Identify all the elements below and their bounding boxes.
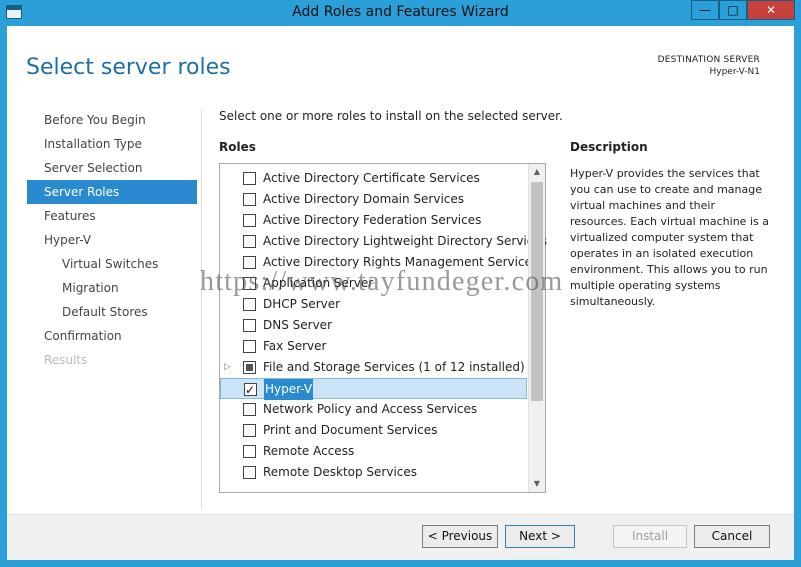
role-checkbox[interactable] — [243, 298, 256, 311]
scroll-up-arrow-icon[interactable]: ▲ — [529, 164, 545, 180]
role-label: Network Policy and Access Services — [263, 402, 478, 416]
install-button[interactable]: Install — [613, 525, 687, 548]
role-label: Fax Server — [263, 339, 327, 353]
role-label: Print and Document Services — [263, 423, 438, 437]
instructions-text: Select one or more roles to install on t… — [219, 109, 563, 123]
nav-item-hyper-v[interactable]: Hyper-V — [27, 228, 197, 252]
role-checkbox[interactable] — [244, 380, 257, 401]
role-item[interactable]: Print and Document Services — [220, 420, 527, 441]
role-label: Active Directory Lightweight Directory S… — [263, 234, 547, 248]
role-label: Active Directory Federation Services — [263, 213, 482, 227]
role-item[interactable]: Active Directory Lightweight Directory S… — [220, 231, 547, 252]
previous-button[interactable]: < Previous — [422, 525, 498, 548]
maximize-button[interactable]: □ — [719, 0, 747, 20]
role-label: Remote Access — [263, 444, 355, 458]
role-label: DNS Server — [263, 318, 332, 332]
role-label: Remote Desktop Services — [263, 465, 418, 479]
next-button[interactable]: Next > — [505, 525, 575, 548]
description-heading: Description — [570, 140, 648, 154]
role-checkbox[interactable] — [243, 403, 256, 416]
window-title: Add Roles and Features Wizard — [292, 4, 509, 20]
role-checkbox[interactable] — [243, 466, 256, 479]
role-checkbox[interactable] — [243, 361, 256, 374]
title-bar: Add Roles and Features Wizard — □ ✕ — [0, 0, 801, 26]
nav-item-virtual-switches[interactable]: Virtual Switches — [27, 252, 197, 276]
role-item[interactable]: Remote Desktop Services — [220, 462, 527, 483]
wizard-client-area: Select server roles DESTINATION SERVER H… — [7, 26, 794, 560]
role-item[interactable]: ▷ File and Storage Services (1 of 12 inst… — [220, 357, 527, 378]
role-checkbox[interactable] — [243, 319, 256, 332]
role-item[interactable]: Fax Server — [220, 336, 527, 357]
nav-item-results: Results — [44, 353, 88, 367]
nav-item-server-selection[interactable]: Server Selection — [27, 156, 197, 180]
nav-item-features[interactable]: Features — [27, 204, 197, 228]
roles-scrollbar[interactable]: ▲ ▼ — [528, 164, 545, 492]
roles-list-items: Active Directory Certificate Services Act… — [220, 168, 547, 483]
nav-item-migration[interactable]: Migration — [27, 276, 197, 300]
role-item[interactable]: Hyper-V — [220, 378, 527, 401]
watermark: https://www.tayfundeger.com — [200, 266, 564, 297]
scroll-down-arrow-icon[interactable]: ▼ — [529, 476, 545, 492]
wizard-footer: < Previous Next > Install Cancel — [7, 514, 794, 560]
role-item[interactable]: Active Directory Certificate Services — [220, 168, 527, 189]
cancel-button[interactable]: Cancel — [694, 525, 770, 548]
role-item[interactable]: Active Directory Domain Services — [220, 189, 527, 210]
description-text: Hyper-V provides the services that you c… — [570, 167, 769, 308]
role-label: Hyper-V — [264, 379, 314, 400]
role-item[interactable]: Remote Access — [220, 441, 527, 462]
role-checkbox[interactable] — [243, 235, 256, 248]
expand-arrow-icon[interactable]: ▷ — [224, 357, 231, 378]
nav-item-default-stores[interactable]: Default Stores — [27, 300, 197, 324]
destination-server-label: DESTINATION SERVER — [657, 55, 760, 65]
role-item[interactable]: DNS Server — [220, 315, 527, 336]
destination-server-value: Hyper-V-N1 — [709, 67, 760, 77]
nav-item-server-roles[interactable]: Server Roles — [27, 180, 197, 204]
minimize-button[interactable]: — — [691, 0, 719, 20]
wizard-window: Add Roles and Features Wizard — □ ✕ Sele… — [0, 0, 801, 567]
roles-heading: Roles — [219, 140, 256, 154]
close-button[interactable]: ✕ — [747, 0, 795, 20]
role-checkbox[interactable] — [243, 193, 256, 206]
role-checkbox[interactable] — [243, 445, 256, 458]
role-checkbox[interactable] — [243, 424, 256, 437]
nav-item-before-you-begin[interactable]: Before You Begin — [27, 108, 197, 132]
role-checkbox[interactable] — [243, 340, 256, 353]
role-checkbox[interactable] — [243, 172, 256, 185]
nav-divider — [201, 109, 202, 509]
role-checkbox[interactable] — [243, 214, 256, 227]
role-item[interactable]: Active Directory Federation Services — [220, 210, 527, 231]
nav-item-confirmation[interactable]: Confirmation — [27, 324, 197, 348]
role-item[interactable]: Network Policy and Access Services — [220, 399, 527, 420]
role-label: Active Directory Domain Services — [263, 192, 465, 206]
page-title: Select server roles — [26, 55, 231, 80]
nav-item-installation-type[interactable]: Installation Type — [27, 132, 197, 156]
role-label: Active Directory Certificate Services — [263, 171, 480, 185]
wizard-navigation: Before You Begin Installation Type Server … — [27, 108, 197, 372]
roles-list[interactable]: Active Directory Certificate Services Act… — [219, 163, 547, 493]
role-label: File and Storage Services (1 of 12 insta… — [263, 360, 525, 374]
